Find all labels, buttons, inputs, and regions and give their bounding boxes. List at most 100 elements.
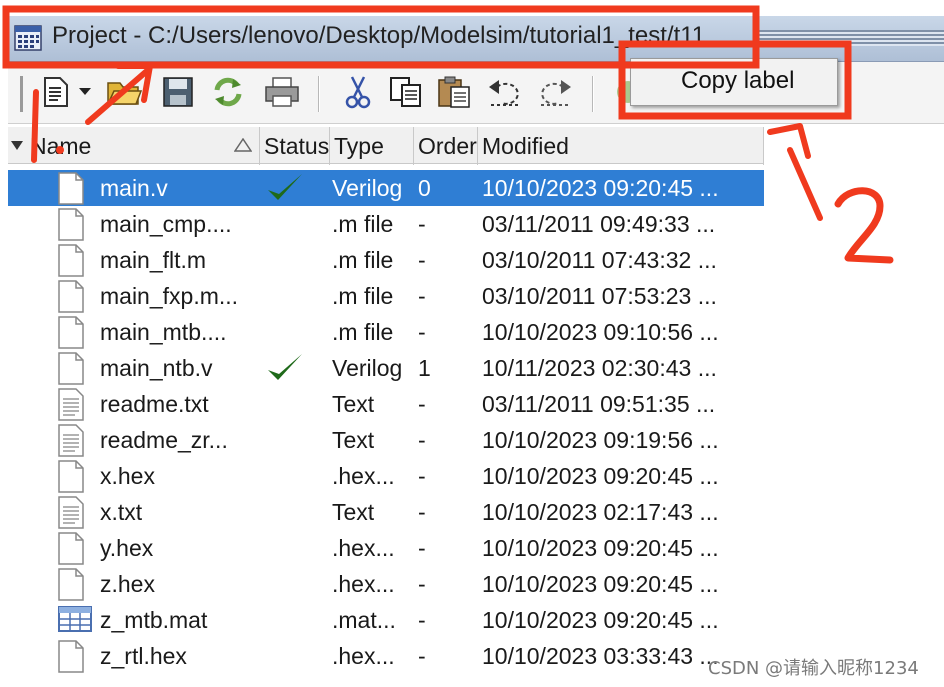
text-file-icon: [58, 388, 86, 421]
file-type: Text: [332, 391, 375, 417]
copy-icon[interactable]: [386, 72, 426, 112]
file-name: z.hex: [100, 571, 155, 597]
title-bar-grip[interactable]: [758, 30, 944, 46]
file-name: main_flt.m: [100, 247, 207, 273]
file-type: .m file: [332, 247, 394, 273]
file-order: -: [418, 499, 426, 525]
column-header-status[interactable]: Status: [260, 127, 330, 165]
file-modified: 10/10/2023 09:20:45 ...: [482, 535, 719, 561]
file-row[interactable]: main.v Verilog 0 10/10/2023 09:20:45 ...: [8, 170, 764, 206]
file-name: z_mtb.mat: [100, 607, 208, 633]
file-name: x.hex: [100, 463, 155, 489]
file-modified: 10/10/2023 09:19:56 ...: [482, 427, 719, 453]
file-row[interactable]: main_fxp.m... .m file - 03/10/2011 07:53:23…: [8, 278, 764, 314]
new-file-icon[interactable]: [36, 72, 76, 112]
file-modified: 10/10/2023 09:20:45 ...: [482, 607, 719, 633]
toolbar-grip[interactable]: [20, 76, 23, 112]
toolbar-separator: [592, 76, 594, 112]
redo-icon[interactable]: [534, 72, 574, 112]
file-type: .hex...: [332, 571, 395, 597]
window-title: Project - C:/Users/lenovo/Desktop/Models…: [52, 22, 706, 49]
file-row[interactable]: readme_zr... Text - 10/10/2023 09:19:56 ...: [8, 422, 764, 458]
file-icon: [58, 352, 86, 385]
file-modified: 03/10/2011 07:43:32 ...: [482, 247, 717, 273]
undo-icon[interactable]: [486, 72, 526, 112]
file-row[interactable]: x.txt Text - 10/10/2023 02:17:43 ...: [8, 494, 764, 530]
file-icon: [58, 568, 86, 601]
column-header-type[interactable]: Type: [330, 127, 414, 165]
file-name: readme.txt: [100, 391, 209, 417]
file-row[interactable]: readme.txt Text - 03/11/2011 09:51:35 ...: [8, 386, 764, 422]
file-order: -: [418, 643, 426, 669]
file-modified: 03/11/2011 09:51:35 ...: [482, 391, 716, 417]
column-header-modified[interactable]: Modified: [478, 127, 764, 165]
file-type: Text: [332, 427, 375, 453]
paste-icon[interactable]: [434, 72, 474, 112]
sort-ascending-icon[interactable]: [234, 138, 252, 152]
print-icon[interactable]: [262, 72, 302, 112]
file-icon: [58, 280, 86, 313]
file-icon: [58, 460, 86, 493]
file-name: x.txt: [100, 499, 143, 525]
file-modified: 10/10/2023 09:20:45 ...: [482, 175, 719, 201]
open-folder-icon[interactable]: [104, 72, 144, 112]
menu-item-copy-label[interactable]: Copy label: [681, 67, 794, 95]
project-window-icon: [14, 25, 42, 51]
file-row[interactable]: z.hex .hex... - 10/10/2023 09:20:45 ...: [8, 566, 764, 602]
file-row[interactable]: main_cmp.... .m file - 03/11/2011 09:49:33 …: [8, 206, 764, 242]
file-icon: [58, 172, 86, 205]
mat-file-icon: [58, 604, 92, 637]
file-name: main_ntb.v: [100, 355, 213, 381]
file-type: Verilog: [332, 355, 403, 381]
annotation-number-2: [834, 187, 894, 264]
file-name: main_mtb....: [100, 319, 227, 345]
filter-arrow-icon[interactable]: [11, 141, 23, 151]
dropdown-arrow-icon[interactable]: [74, 72, 96, 112]
context-menu: Copy label: [630, 58, 838, 106]
file-row[interactable]: x.hex .hex... - 10/10/2023 09:20:45 ...: [8, 458, 764, 494]
file-name: main_cmp....: [100, 211, 232, 237]
text-file-icon: [58, 424, 86, 457]
file-row[interactable]: z_mtb.mat .mat... - 10/10/2023 09:20:45 ...: [8, 602, 764, 638]
file-modified: 10/10/2023 02:17:43 ...: [482, 499, 719, 525]
column-header-name-label: Name: [30, 133, 92, 159]
file-icon: [58, 532, 86, 565]
title-bar[interactable]: Project - C:/Users/lenovo/Desktop/Models…: [8, 16, 944, 62]
file-order: 0: [418, 175, 431, 201]
file-row[interactable]: main_ntb.v Verilog 1 10/11/2023 02:30:43 ..…: [8, 350, 764, 386]
file-type: .hex...: [332, 463, 395, 489]
file-name: main.v: [100, 175, 168, 201]
file-order: -: [418, 427, 426, 453]
file-icon: [58, 316, 86, 349]
save-icon[interactable]: [158, 72, 198, 112]
watermark: CSDN @请输入昵称1234: [708, 658, 919, 679]
file-row[interactable]: main_mtb.... .m file - 10/10/2023 09:10:56 …: [8, 314, 764, 350]
cut-icon[interactable]: [338, 72, 378, 112]
file-row[interactable]: y.hex .hex... - 10/10/2023 09:20:45 ...: [8, 530, 764, 566]
file-order: -: [418, 607, 426, 633]
file-row[interactable]: main_flt.m .m file - 03/10/2011 07:43:32 ..…: [8, 242, 764, 278]
file-modified: 10/10/2023 09:20:45 ...: [482, 571, 719, 597]
file-modified: 10/10/2023 09:10:56 ...: [482, 319, 719, 345]
file-type: Text: [332, 499, 375, 525]
file-modified: 03/10/2011 07:53:23 ...: [482, 283, 717, 309]
file-modified: 03/11/2011 09:49:33 ...: [482, 211, 716, 237]
file-type: .m file: [332, 319, 394, 345]
file-modified: 10/10/2023 09:20:45 ...: [482, 463, 719, 489]
checkmark-icon: [266, 172, 304, 204]
checkmark-icon: [266, 352, 304, 384]
file-row[interactable]: z_rtl.hex .hex... -10/10/2023 03:33:43 ...: [8, 638, 764, 674]
file-order: -: [418, 283, 426, 309]
column-header: Name Status Type Order Modified: [8, 126, 764, 165]
reload-icon[interactable]: [208, 72, 248, 112]
file-name: y.hex: [100, 535, 154, 561]
column-header-order[interactable]: Order: [414, 127, 478, 165]
annotation-arrow-2: [767, 123, 823, 221]
file-order: -: [418, 463, 426, 489]
file-modified: 10/11/2023 02:30:43 ...: [482, 355, 717, 381]
file-name: readme_zr...: [100, 427, 228, 453]
file-order: -: [418, 391, 426, 417]
column-header-name[interactable]: Name: [8, 127, 260, 165]
file-order: 1: [418, 355, 431, 381]
file-order: -: [418, 211, 426, 237]
